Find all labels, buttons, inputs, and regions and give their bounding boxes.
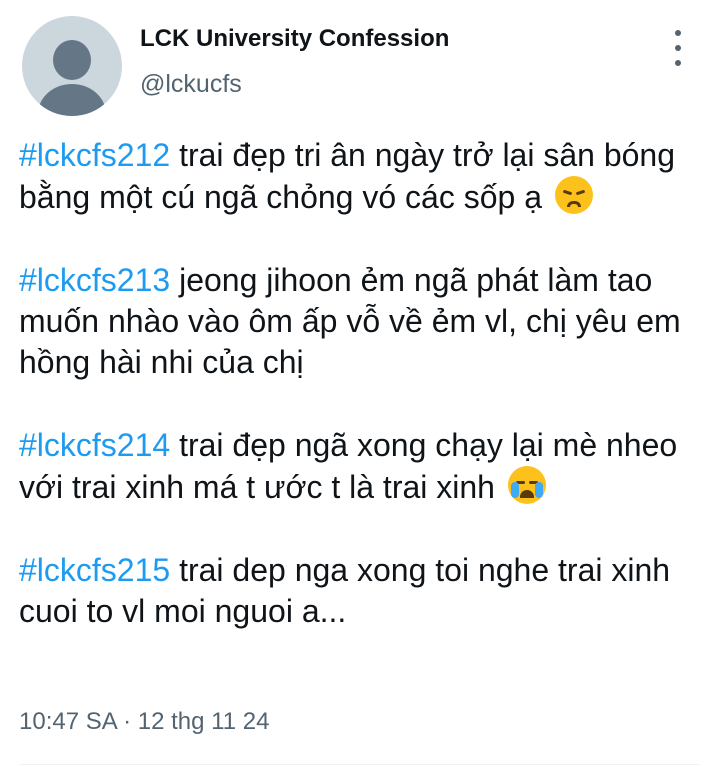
tweet-text: #lckcfs212 trai đẹp tri ân ngày trở lại … bbox=[19, 135, 709, 674]
hashtag-link[interactable]: #lckcfs213 bbox=[19, 262, 170, 298]
tweet-paragraph: #lckcfs215 trai dep nga xong toi nghe tr… bbox=[19, 550, 699, 632]
more-options-icon[interactable] bbox=[666, 30, 690, 66]
hashtag-link[interactable]: #lckcfs214 bbox=[19, 427, 170, 463]
tweet-paragraph: #lckcfs214 trai đẹp ngã xong chạy lại mè… bbox=[19, 425, 694, 508]
avatar-head-shape bbox=[53, 40, 91, 80]
more-dot bbox=[675, 45, 681, 51]
divider bbox=[19, 764, 700, 765]
more-dot bbox=[675, 60, 681, 66]
avatar[interactable] bbox=[22, 16, 122, 116]
avatar-body-shape bbox=[38, 84, 106, 116]
tweet-paragraph: #lckcfs212 trai đẹp tri ân ngày trở lại … bbox=[19, 135, 699, 218]
loudly-crying-face-emoji bbox=[507, 466, 546, 504]
disappointed-face-emoji bbox=[554, 176, 593, 214]
account-handle[interactable]: @lckucfs bbox=[140, 70, 242, 99]
hashtag-link[interactable]: #lckcfs212 bbox=[19, 137, 170, 173]
tweet-paragraph: #lckcfs213 jeong jihoon ẻm ngã phát làm … bbox=[19, 260, 689, 383]
more-dot bbox=[675, 30, 681, 36]
tweet-timestamp[interactable]: 10:47 SA · 12 thg 11 24 bbox=[19, 708, 269, 736]
hashtag-link[interactable]: #lckcfs215 bbox=[19, 552, 170, 588]
account-name[interactable]: LCK University Confession bbox=[140, 25, 449, 53]
